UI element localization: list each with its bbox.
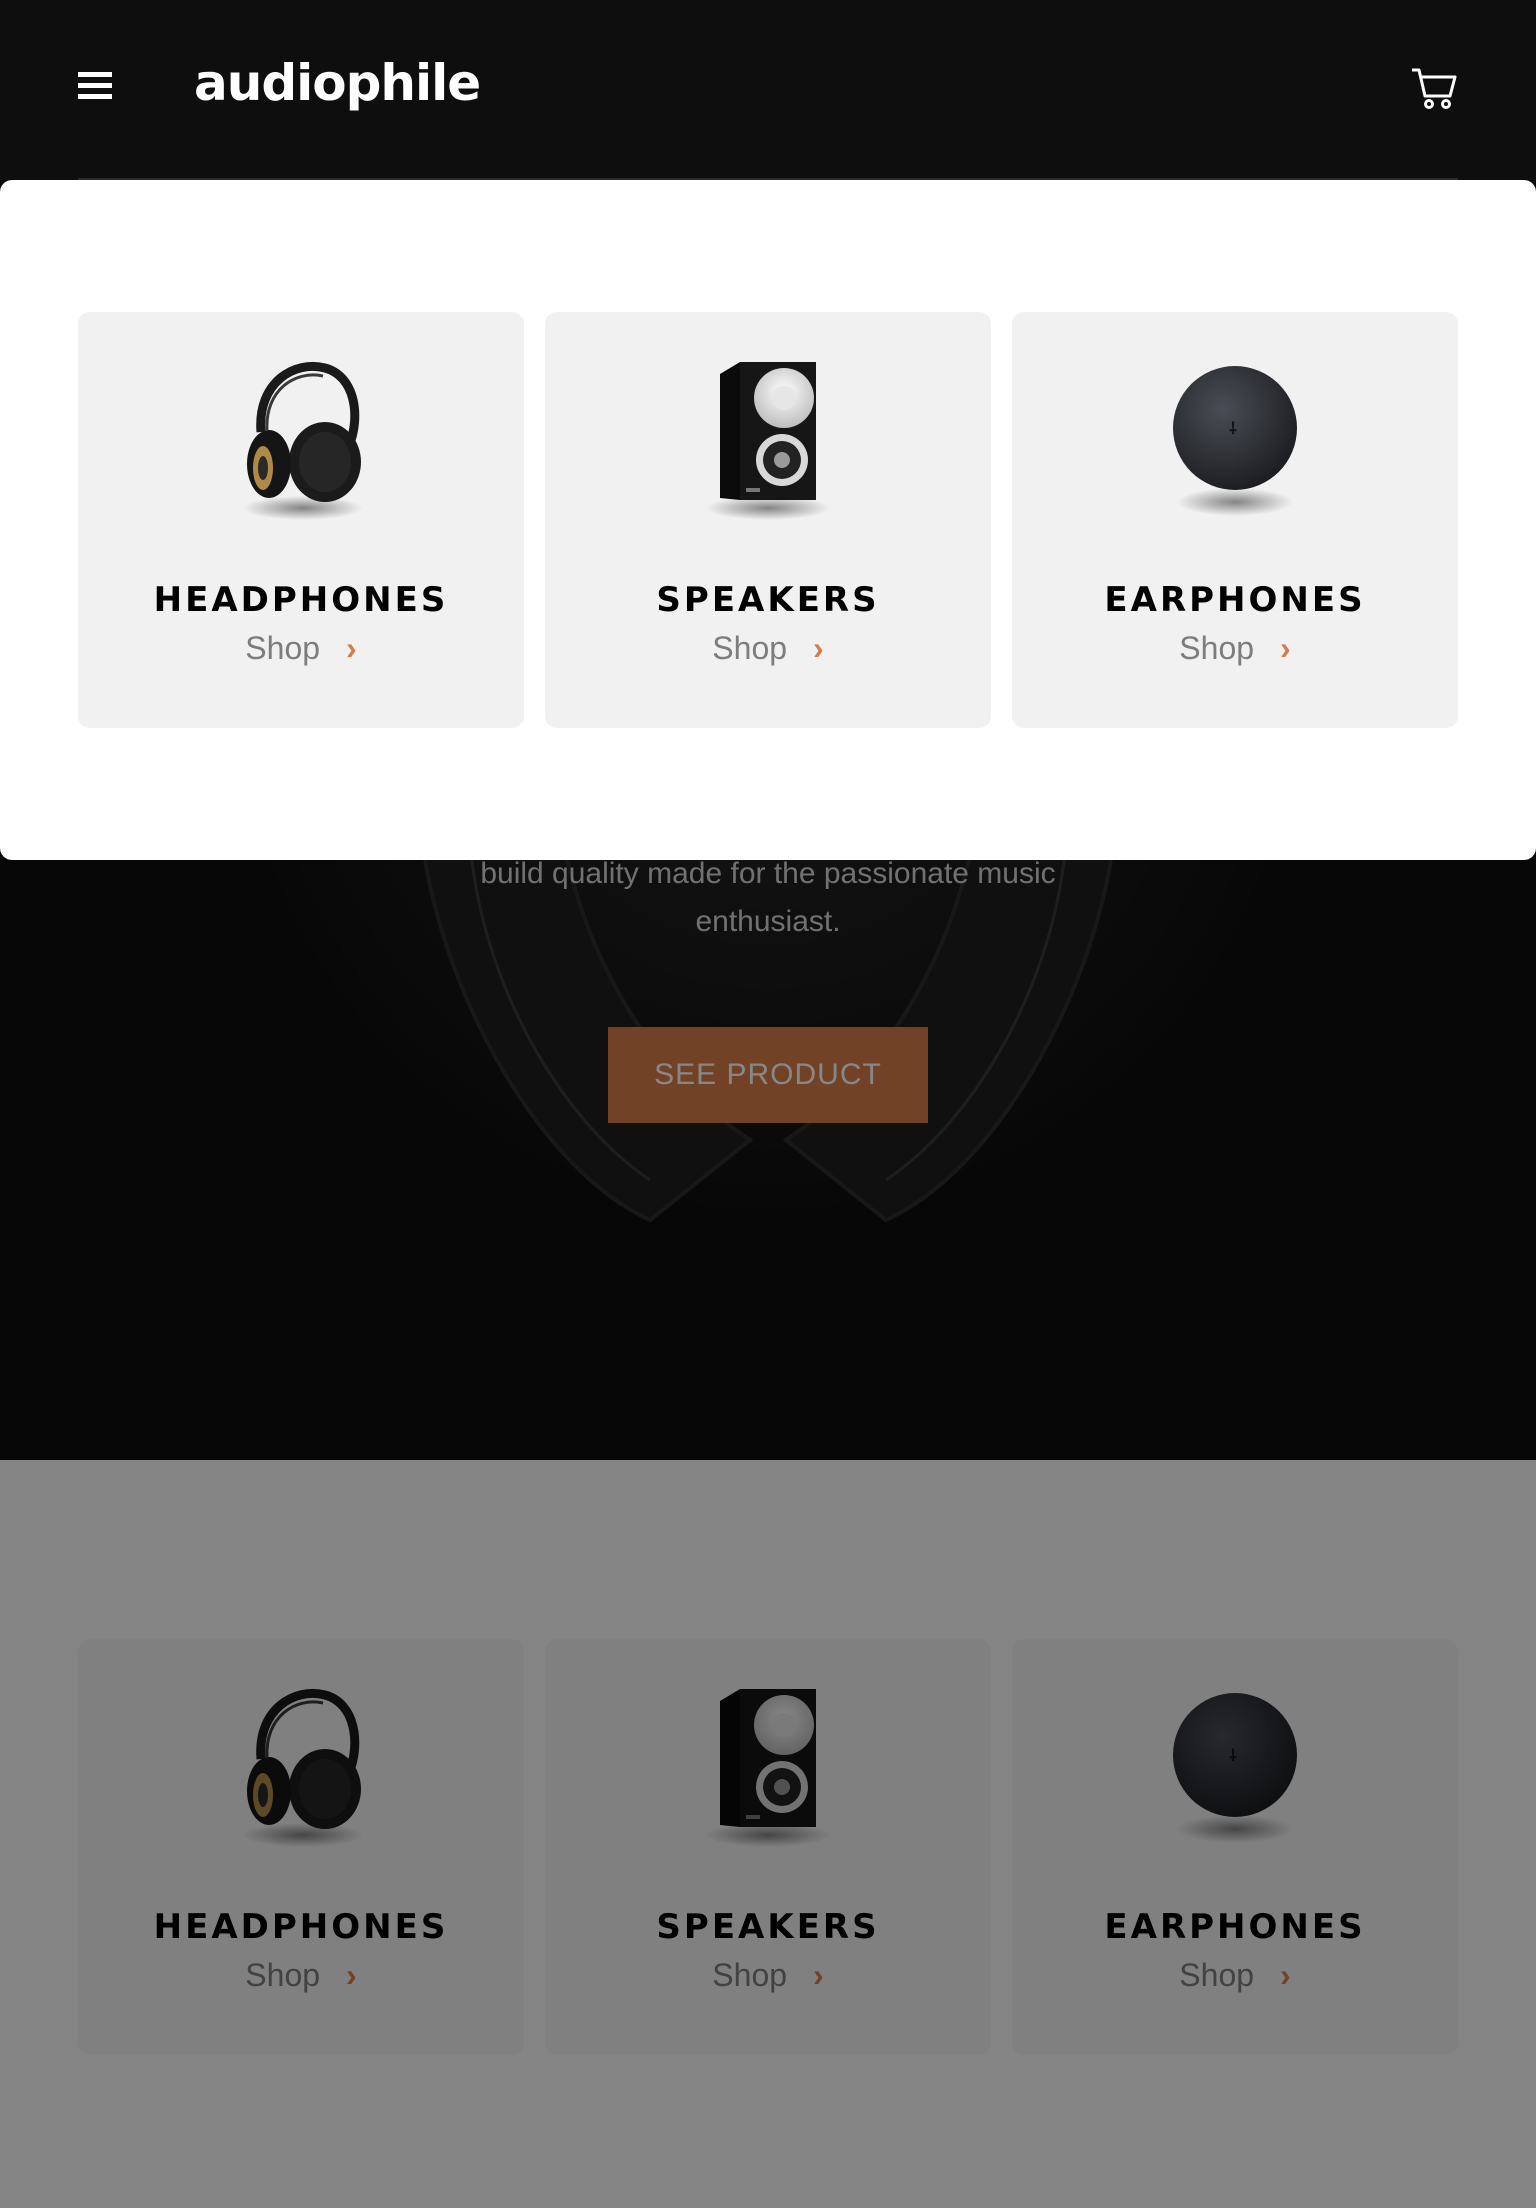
hamburger-menu-icon[interactable] — [78, 72, 112, 104]
shop-link[interactable]: Shop › — [1012, 630, 1458, 667]
shop-label: Shop — [712, 630, 788, 666]
shop-link[interactable]: Shop › — [78, 630, 524, 667]
menu-item-earphones[interactable]: EARPHONES Shop › — [1012, 312, 1458, 728]
speaker-thumbnail — [688, 352, 848, 522]
chevron-right-icon: › — [813, 630, 824, 666]
shop-label: Shop — [1179, 630, 1255, 666]
cart-icon[interactable] — [1410, 66, 1458, 110]
category-name: SPEAKERS — [656, 580, 880, 620]
mobile-menu-panel: HEADPHONES Shop › SPEAKERS Shop › EARPHONE… — [0, 180, 1536, 860]
menu-category-grid: HEADPHONES Shop › SPEAKERS Shop › EARPHONE… — [78, 312, 1458, 728]
earphones-thumbnail — [1155, 352, 1315, 522]
category-name: EARPHONES — [1104, 580, 1366, 620]
category-name: HEADPHONES — [153, 580, 449, 620]
site-logo[interactable]: audiophile — [194, 54, 481, 112]
headphones-thumbnail — [221, 352, 381, 522]
site-header: audiophile — [0, 0, 1536, 180]
shop-link[interactable]: Shop › — [545, 630, 991, 667]
chevron-right-icon: › — [346, 630, 357, 666]
menu-item-headphones[interactable]: HEADPHONES Shop › — [78, 312, 524, 728]
shop-label: Shop — [245, 630, 321, 666]
chevron-right-icon: › — [1280, 630, 1291, 666]
menu-item-speakers[interactable]: SPEAKERS Shop › — [545, 312, 991, 728]
